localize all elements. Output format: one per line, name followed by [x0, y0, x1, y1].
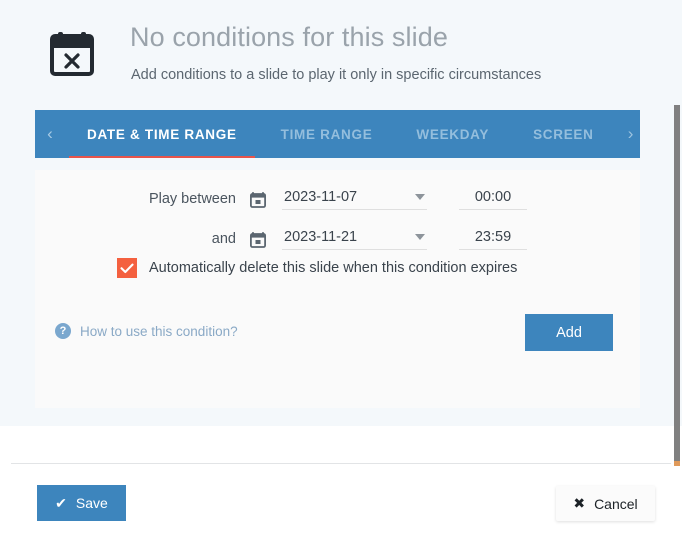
chevron-down-icon — [415, 233, 425, 240]
play-between-label: Play between — [148, 191, 236, 207]
empty-state-header: No conditions for this slide Add conditi… — [0, 0, 660, 110]
cancel-button-label: Cancel — [594, 495, 638, 512]
cancel-button[interactable]: ✖ Cancel — [556, 486, 655, 521]
scrollbar-thumb[interactable] — [674, 105, 680, 461]
tab-label: SCREEN — [533, 126, 594, 142]
add-condition-button[interactable]: Add — [525, 314, 613, 351]
how-to-use-link[interactable]: ? How to use this condition? — [55, 323, 238, 339]
tab-screen[interactable]: SCREEN — [511, 110, 615, 158]
condition-type-tabbar: ‹ DATE & TIME RANGE TIME RANGE WEEKDAY S… — [35, 110, 640, 158]
condition-form-panel: Play between 2023-11-07 00:00 and 2023-1… — [35, 170, 640, 408]
auto-delete-row[interactable]: Automatically delete this slide when thi… — [117, 258, 517, 278]
and-label: and — [211, 231, 236, 247]
help-icon: ? — [55, 323, 71, 339]
tab-scroll-right-icon[interactable]: › — [616, 110, 640, 158]
start-date-select[interactable]: 2023-11-07 — [282, 189, 427, 210]
auto-delete-label: Automatically delete this slide when thi… — [149, 260, 518, 276]
auto-delete-checkbox[interactable] — [117, 258, 137, 278]
tab-label: WEEKDAY — [416, 126, 490, 142]
and-row: and 2023-11-21 23:59 — [35, 222, 640, 256]
play-between-row: Play between 2023-11-07 00:00 — [35, 182, 640, 216]
page-title: No conditions for this slide — [130, 22, 448, 52]
chevron-down-icon — [415, 193, 425, 200]
page-subtitle: Add conditions to a slide to play it onl… — [131, 67, 542, 83]
calendar-icon[interactable] — [249, 191, 266, 208]
tab-weekday[interactable]: WEEKDAY — [394, 110, 511, 158]
calendar-icon[interactable] — [249, 231, 266, 248]
tab-date-time-range[interactable]: DATE & TIME RANGE — [65, 110, 259, 158]
scrollbar-marker — [674, 461, 680, 466]
end-date-select[interactable]: 2023-11-21 — [282, 229, 427, 250]
tab-scroll-left-icon[interactable]: ‹ — [35, 110, 65, 158]
how-to-use-label: How to use this condition? — [80, 323, 238, 339]
page-scrollbar[interactable] — [673, 0, 682, 535]
save-button[interactable]: ✔ Save — [37, 485, 126, 521]
tab-label: DATE & TIME RANGE — [87, 126, 237, 142]
end-date-value: 2023-11-21 — [284, 228, 358, 245]
footer-divider — [11, 463, 671, 464]
save-button-label: Save — [75, 495, 108, 511]
check-icon: ✔ — [55, 494, 67, 511]
calendar-x-icon — [50, 30, 94, 76]
end-time-input[interactable]: 23:59 — [459, 229, 527, 250]
tab-label: TIME RANGE — [280, 126, 373, 142]
close-icon: ✖ — [573, 495, 586, 511]
start-date-value: 2023-11-07 — [284, 188, 358, 205]
start-time-input[interactable]: 00:00 — [459, 189, 527, 210]
tab-time-range[interactable]: TIME RANGE — [259, 110, 395, 158]
